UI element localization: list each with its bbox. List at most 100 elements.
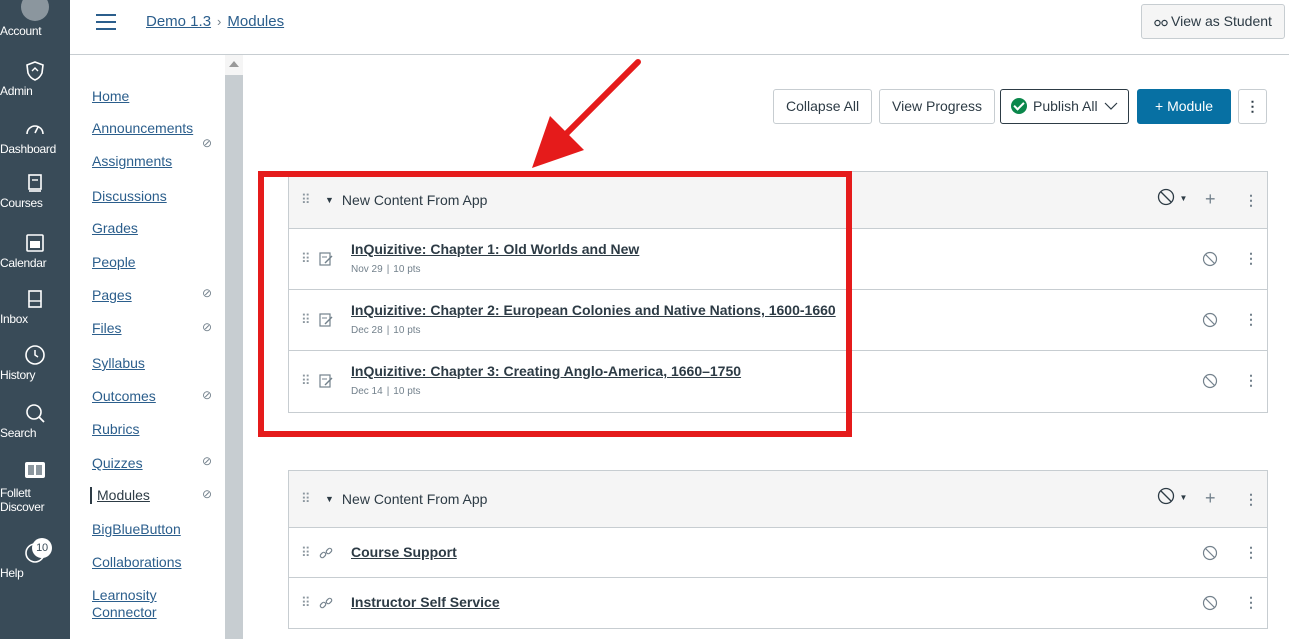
course-nav-quizzes[interactable]: Quizzes [92, 455, 143, 472]
course-nav-people[interactable]: People [92, 254, 136, 271]
module-title-text: New Content From App [341, 491, 488, 507]
scroll-up-arrow-icon[interactable] [229, 61, 239, 67]
course-nav-assignments[interactable]: Assignments [92, 153, 172, 170]
collapse-all-button[interactable]: Collapse All [773, 89, 873, 124]
module-title[interactable]: ▼ New Content From App [325, 491, 487, 507]
global-nav-label: Calendar [0, 256, 47, 270]
global-nav-label: Dashboard [0, 142, 57, 156]
item-kebab-icon[interactable]: ⋮ [1244, 311, 1258, 328]
global-nav-label: Account [0, 24, 42, 38]
link-icon [319, 597, 333, 609]
item-kebab-icon[interactable]: ⋮ [1244, 372, 1258, 389]
course-nav-scrollbar[interactable] [225, 55, 243, 639]
module-item-title[interactable]: Course Support [351, 544, 457, 560]
course-nav-home[interactable]: Home [92, 88, 129, 105]
account-icon [21, 0, 49, 21]
global-nav-search[interactable]: Search [0, 402, 70, 440]
global-nav-label: Search [0, 426, 37, 440]
hidden-from-students-icon: ⊘ [202, 320, 213, 334]
course-nav-discussions[interactable]: Discussions [92, 188, 167, 205]
global-nav-dashboard[interactable]: Dashboard [0, 118, 70, 156]
hamburger-menu-icon[interactable] [96, 14, 116, 30]
publish-all-label: Publish All [1033, 98, 1098, 114]
drag-handle-icon[interactable]: ⠿ [301, 545, 310, 561]
module-publish-menu[interactable]: ▼ [1157, 487, 1191, 511]
publish-all-button[interactable]: Publish All [1000, 89, 1130, 124]
course-nav-syllabus[interactable]: Syllabus [92, 355, 145, 372]
course-nav-learnosity-connector[interactable]: Learnosity Connector [92, 587, 182, 621]
collapse-triangle-icon: ▼ [325, 494, 334, 504]
add-item-plus-icon[interactable]: + [1205, 189, 1216, 210]
global-nav-label: Follett Discover [0, 486, 45, 514]
breadcrumb-separator-icon: › [217, 14, 222, 29]
unpublished-icon[interactable] [1202, 595, 1218, 611]
caret-down-icon: ▼ [1179, 493, 1188, 502]
global-nav-label: Courses [0, 196, 43, 210]
add-item-plus-icon[interactable]: + [1205, 488, 1216, 509]
global-nav-follett-discover[interactable]: Follett Discover [0, 458, 70, 514]
help-notification-badge: 10 [32, 538, 52, 558]
global-nav-account[interactable]: Account [0, 0, 70, 38]
global-navigation: Account Admin Dashboard Courses Calendar… [0, 0, 70, 639]
history-icon [25, 345, 45, 365]
unpublished-icon[interactable] [1202, 373, 1218, 389]
unpublished-icon[interactable] [1202, 545, 1218, 561]
drag-handle-icon[interactable]: ⠿ [301, 491, 310, 507]
course-nav-rubrics[interactable]: Rubrics [92, 421, 139, 438]
scrollbar-thumb[interactable] [225, 75, 243, 639]
module-publish-menu[interactable]: ▼ [1157, 188, 1191, 212]
drag-handle-icon[interactable]: ⠿ [301, 595, 310, 611]
link-icon [319, 547, 333, 559]
course-nav-modules[interactable]: Modules [90, 487, 150, 504]
view-as-student-button[interactable]: View as Student [1141, 4, 1285, 39]
add-module-button[interactable]: + Module [1137, 89, 1231, 124]
unpublished-icon[interactable] [1202, 312, 1218, 328]
item-kebab-icon[interactable]: ⋮ [1244, 594, 1258, 611]
course-nav-files[interactable]: Files [92, 320, 122, 337]
item-kebab-icon[interactable]: ⋮ [1244, 250, 1258, 267]
annotation-arrow-icon [532, 59, 641, 168]
global-nav-admin[interactable]: Admin [0, 60, 70, 98]
course-nav-bigbluebutton[interactable]: BigBlueButton [92, 521, 181, 538]
course-nav-collaborations[interactable]: Collaborations [92, 554, 182, 571]
module-kebab-icon[interactable]: ⋮ [1244, 192, 1258, 209]
hidden-from-students-icon: ⊘ [202, 136, 213, 150]
global-nav-calendar[interactable]: Calendar [0, 232, 70, 270]
breadcrumb-modules-link[interactable]: Modules [227, 13, 284, 30]
module-card: ⠿ ▼ New Content From App ▼ + ⋮ ⠿ Course S… [288, 470, 1268, 629]
course-nav-grades[interactable]: Grades [92, 220, 138, 237]
calendar-icon [26, 234, 44, 252]
course-nav-pages[interactable]: Pages [92, 287, 132, 304]
dashboard-icon [26, 125, 44, 135]
unpublished-icon [1157, 188, 1175, 206]
annotation-highlight-box [258, 171, 852, 437]
breadcrumb-course-link[interactable]: Demo 1.3 [146, 13, 211, 30]
hidden-from-students-icon: ⊘ [202, 388, 213, 402]
module-item-title[interactable]: Instructor Self Service [351, 594, 500, 610]
more-options-kebab-icon[interactable]: ⋮ [1238, 89, 1267, 124]
global-nav-help[interactable]: 10 Help [0, 538, 70, 580]
courses-icon [28, 174, 42, 192]
unpublished-icon[interactable] [1202, 251, 1218, 267]
global-nav-label: History [0, 368, 36, 382]
view-as-student-label: View as Student [1171, 13, 1272, 29]
module-kebab-icon[interactable]: ⋮ [1244, 491, 1258, 508]
student-view-icon [1154, 19, 1168, 27]
search-icon [26, 404, 45, 423]
global-nav-inbox[interactable]: Inbox [0, 288, 70, 326]
global-nav-courses[interactable]: Courses [0, 172, 70, 210]
module-header[interactable]: ⠿ ▼ New Content From App ▼ + ⋮ [289, 471, 1267, 528]
breadcrumb: Demo 1.3 › Modules [146, 13, 284, 30]
course-nav-announcements[interactable]: Announcements [92, 120, 193, 137]
caret-down-icon: ▼ [1179, 194, 1188, 203]
module-item-row[interactable]: ⠿ Instructor Self Service ⋮ [289, 578, 1267, 628]
course-nav-outcomes[interactable]: Outcomes [92, 388, 156, 405]
module-item-row[interactable]: ⠿ Course Support ⋮ [289, 528, 1267, 578]
global-nav-history[interactable]: History [0, 344, 70, 382]
view-progress-button[interactable]: View Progress [879, 89, 996, 124]
global-nav-label: Admin [0, 84, 33, 98]
global-nav-label: Inbox [0, 312, 28, 326]
admin-icon [26, 61, 44, 81]
item-kebab-icon[interactable]: ⋮ [1244, 544, 1258, 561]
unpublished-icon [1157, 487, 1175, 505]
